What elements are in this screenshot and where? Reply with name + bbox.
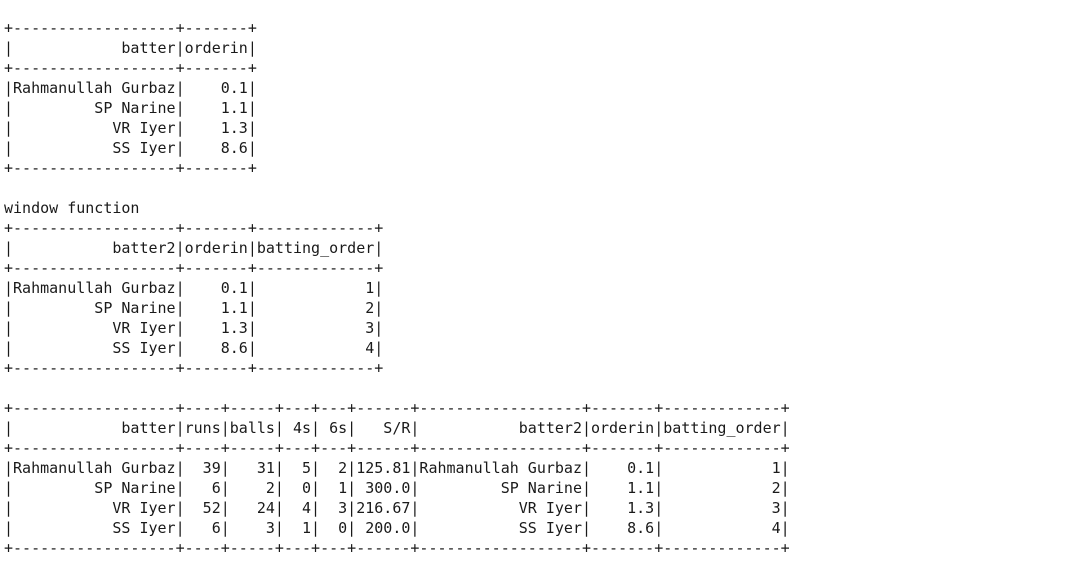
table3-border-bottom: +------------------+----+-----+---+---+-… <box>4 539 790 557</box>
table1-border-bottom: +------------------+-------+ <box>4 159 257 177</box>
table1-row: | SP Narine| 1.1| <box>4 99 257 117</box>
table2-row: | VR Iyer| 1.3| 3| <box>4 319 384 337</box>
table3-header-border: +------------------+----+-----+---+---+-… <box>4 439 790 457</box>
table2-header-border: +------------------+-------+------------… <box>4 259 384 277</box>
table3-border-top: +------------------+----+-----+---+---+-… <box>4 399 790 417</box>
table1-header-row: | batter|orderin| <box>4 39 257 57</box>
table1-row: | SS Iyer| 8.6| <box>4 139 257 157</box>
table2-row: | SS Iyer| 8.6| 4| <box>4 339 384 357</box>
table1-header-border: +------------------+-------+ <box>4 59 257 77</box>
table2-row: | SP Narine| 1.1| 2| <box>4 299 384 317</box>
section-label: window function <box>4 199 140 217</box>
table3-row: | VR Iyer| 52| 24| 4| 3|216.67| VR Iyer|… <box>4 499 790 517</box>
table2-border-top: +------------------+-------+------------… <box>4 219 384 237</box>
console-output: +------------------+-------+ | batter|ord… <box>4 18 790 558</box>
table2-header-row: | batter2|orderin|batting_order| <box>4 239 384 257</box>
table1-border-top: +------------------+-------+ <box>4 19 257 37</box>
table2-border-bottom: +------------------+-------+------------… <box>4 359 384 377</box>
table3-header-row: | batter|runs|balls| 4s| 6s| S/R| batter… <box>4 419 790 437</box>
table3-row: | SP Narine| 6| 2| 0| 1| 300.0| SP Narin… <box>4 479 790 497</box>
table2-row: |Rahmanullah Gurbaz| 0.1| 1| <box>4 279 384 297</box>
table1-row: |Rahmanullah Gurbaz| 0.1| <box>4 79 257 97</box>
table1-row: | VR Iyer| 1.3| <box>4 119 257 137</box>
table3-row: |Rahmanullah Gurbaz| 39| 31| 5| 2|125.81… <box>4 459 790 477</box>
table3-row: | SS Iyer| 6| 3| 1| 0| 200.0| SS Iyer| 8… <box>4 519 790 537</box>
